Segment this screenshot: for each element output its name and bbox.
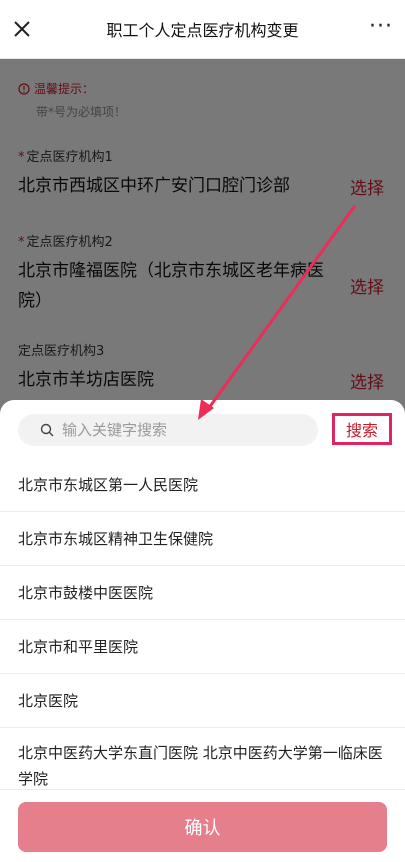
result-item[interactable]: 北京市鼓楼中医医院	[0, 566, 405, 620]
search-row: 搜索	[18, 413, 398, 448]
result-item[interactable]: 北京中医药大学东直门医院 北京中医药大学第一临床医学院	[0, 728, 405, 790]
more-menu-icon[interactable]: ···	[369, 16, 393, 38]
close-icon[interactable]	[10, 17, 34, 41]
search-input[interactable]	[60, 420, 304, 440]
search-button[interactable]: 搜索	[332, 413, 392, 445]
result-item[interactable]: 北京市和平里医院	[0, 620, 405, 674]
result-item[interactable]: 北京市东城区精神卫生保健院	[0, 512, 405, 566]
search-box	[18, 414, 318, 446]
result-item[interactable]: 北京市东城区第一人民医院	[0, 458, 405, 512]
search-sheet: 搜索 北京市东城区第一人民医院 北京市东城区精神卫生保健院 北京市鼓楼中医医院 …	[0, 400, 405, 862]
result-item[interactable]: 北京医院	[0, 674, 405, 728]
confirm-button[interactable]: 确认	[18, 802, 387, 852]
search-icon	[40, 423, 54, 437]
result-list: 北京市东城区第一人民医院 北京市东城区精神卫生保健院 北京市鼓楼中医医院 北京市…	[0, 458, 405, 790]
top-bar: 职工个人定点医疗机构变更 ···	[0, 0, 405, 59]
page-title: 职工个人定点医疗机构变更	[106, 21, 299, 40]
